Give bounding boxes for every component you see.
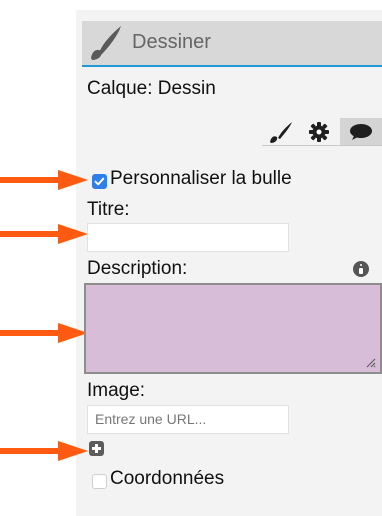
gear-icon: [309, 122, 329, 142]
tabs-divider: [262, 145, 382, 146]
panel-title: Dessiner: [132, 31, 211, 53]
page: Dessiner Calque: Dessin Personnaliser la…: [0, 0, 382, 516]
image-label: Image:: [87, 380, 146, 401]
add-coordinate-button[interactable]: [89, 441, 104, 456]
tab-style[interactable]: [262, 118, 298, 146]
customize-bubble-label: Personnaliser la bulle: [110, 168, 292, 189]
coordinates-label: Coordonnées: [110, 468, 225, 489]
checkmark-icon: [94, 177, 105, 186]
title-input[interactable]: [87, 223, 289, 252]
arrow-pointer-icon: [0, 323, 88, 343]
arrow-pointer-icon: [0, 224, 88, 244]
panel-header: Dessiner: [82, 21, 382, 67]
arrow-pointer-icon: [0, 170, 88, 190]
tab-settings[interactable]: [302, 118, 336, 146]
resize-handle-icon[interactable]: [364, 356, 376, 368]
panel-tabs: [262, 118, 382, 146]
description-textarea[interactable]: [84, 283, 382, 374]
arrow-pointer-icon: [0, 441, 88, 461]
description-label: Description:: [87, 258, 188, 279]
tab-bubble[interactable]: [340, 118, 382, 146]
layer-label: Calque: Dessin: [87, 78, 216, 99]
coordinates-checkbox[interactable]: [92, 474, 107, 489]
paintbrush-icon: [91, 26, 121, 60]
image-url-input[interactable]: Entrez une URL...: [87, 405, 289, 434]
info-icon[interactable]: [353, 261, 369, 277]
title-label: Titre:: [87, 199, 130, 220]
customize-bubble-checkbox[interactable]: [92, 174, 107, 189]
brush-icon: [270, 122, 292, 143]
speech-bubble-icon: [350, 124, 372, 140]
